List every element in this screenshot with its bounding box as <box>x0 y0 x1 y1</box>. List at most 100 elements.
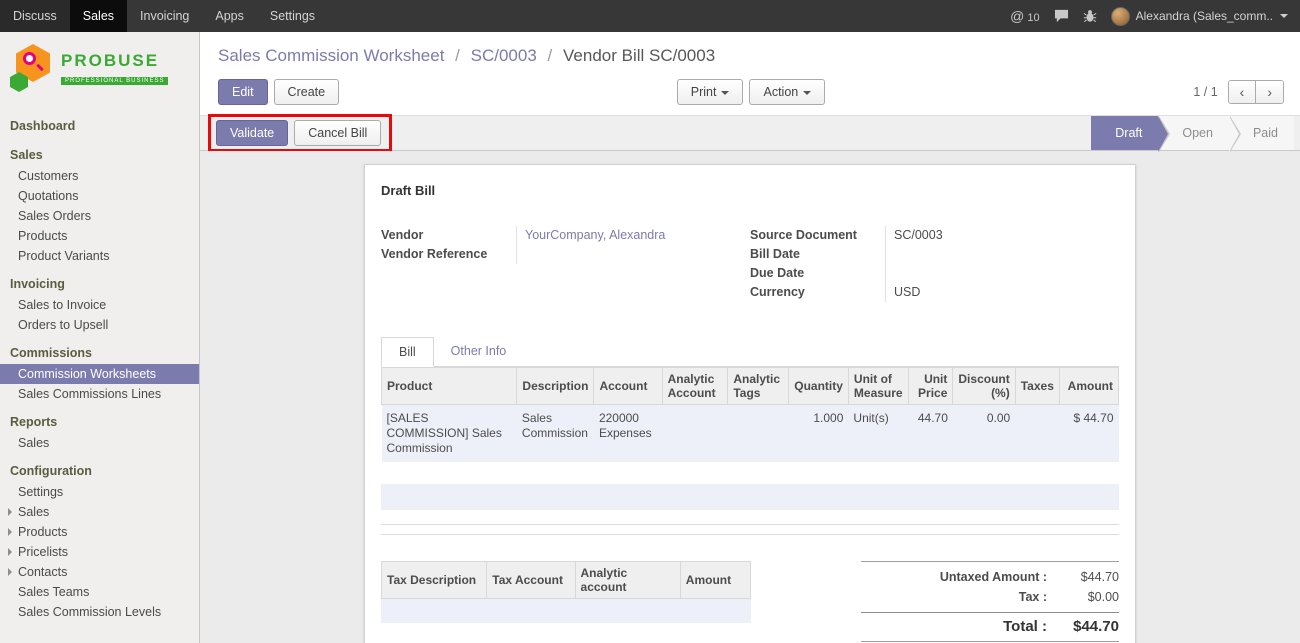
sidebar-item-sales-commission-levels[interactable]: Sales Commission Levels <box>0 602 199 622</box>
create-button[interactable]: Create <box>274 79 340 105</box>
sidebar-item-sales-commissions-lines[interactable]: Sales Commissions Lines <box>0 384 199 404</box>
sidebar-item-settings[interactable]: Settings <box>0 482 199 502</box>
sidebar-item-commission-worksheets[interactable]: Commission Worksheets <box>0 364 199 384</box>
content-area: Draft Bill Vendor YourCompany, Alexandra… <box>200 151 1300 643</box>
pager-next-button[interactable]: › <box>1255 81 1283 103</box>
sidebar-item-config-pricelists[interactable]: Pricelists <box>0 542 199 562</box>
pager-previous-button[interactable]: ‹ <box>1229 81 1256 103</box>
pager-value: 1 / 1 <box>1193 85 1217 99</box>
topmenu-invoicing[interactable]: Invoicing <box>127 0 202 32</box>
due-date-field: Due Date <box>750 264 1119 283</box>
sidebar-item-sales-to-invoice[interactable]: Sales to Invoice <box>0 295 199 315</box>
invoice-lines-header-row: Product Description Account Analytic Acc… <box>382 368 1119 405</box>
invoice-line-row[interactable]: [SALES COMMISSION] Sales Commission Sale… <box>382 405 1119 463</box>
action-dropdown[interactable]: Action <box>749 79 825 105</box>
sidebar-item-label: Products <box>18 525 67 539</box>
cell-description: Sales Commission <box>517 405 594 463</box>
tab-other-info[interactable]: Other Info <box>434 337 524 367</box>
topmenu-settings[interactable]: Settings <box>257 0 328 32</box>
logo-subtitle: PROFESSIONAL BUSINESS <box>61 77 168 85</box>
statusbar: Draft Open Paid <box>1091 116 1294 150</box>
col-product: Product <box>382 368 517 405</box>
topmenu-discuss[interactable]: Discuss <box>0 0 70 32</box>
user-menu[interactable]: Alexandra (Sales_comm.. <box>1111 7 1288 26</box>
sidebar-item-sales-orders[interactable]: Sales Orders <box>0 206 199 226</box>
col-account: Account <box>594 368 662 405</box>
sidebar-section-invoicing[interactable]: Invoicing <box>0 273 199 295</box>
bill-date-value <box>885 245 1119 264</box>
cell-amount: $ 44.70 <box>1059 405 1118 463</box>
probuse-logo[interactable]: PROBUSE PROFESSIONAL BUSINESS <box>0 32 199 108</box>
source-document-value: SC/0003 <box>885 226 1119 245</box>
breadcrumb-worksheets[interactable]: Sales Commission Worksheet <box>218 46 444 65</box>
sidebar-section-reports[interactable]: Reports <box>0 411 199 433</box>
vendor-reference-field: Vendor Reference <box>381 245 750 264</box>
validate-button[interactable]: Validate <box>216 120 288 146</box>
main-area: Sales Commission Worksheet / SC/0003 / V… <box>200 32 1300 643</box>
print-label: Print <box>691 85 717 99</box>
invoice-lines-table: Product Description Account Analytic Acc… <box>381 367 1119 462</box>
chevron-right-icon <box>8 508 12 516</box>
sidebar-item-reports-sales[interactable]: Sales <box>0 433 199 453</box>
due-date-value <box>885 264 1119 283</box>
top-menu: Discuss Sales Invoicing Apps Settings <box>0 0 328 32</box>
vendor-reference-value <box>516 245 750 264</box>
sidebar-item-product-variants[interactable]: Product Variants <box>0 246 199 266</box>
separator-line <box>381 524 1119 525</box>
col-analytic-tags: Analytic Tags <box>728 368 789 405</box>
sidebar-item-label: Contacts <box>18 565 67 579</box>
status-draft[interactable]: Draft <box>1091 116 1158 150</box>
sidebar-item-config-products[interactable]: Products <box>0 522 199 542</box>
col-discount: Discount (%) <box>953 368 1015 405</box>
col-tax-amount: Amount <box>680 562 750 599</box>
cell-analytic-tags <box>728 405 789 463</box>
col-tax-analytic-account: Analytic account <box>575 562 680 599</box>
total-label: Total : <box>861 617 1057 637</box>
due-date-label: Due Date <box>750 264 885 283</box>
tax-lines-table: Tax Description Tax Account Analytic acc… <box>381 561 751 599</box>
edit-button[interactable]: Edit <box>218 79 268 105</box>
sidebar-item-config-sales[interactable]: Sales <box>0 502 199 522</box>
topbar-right: @ 10 Alexandra (Sales_comm.. <box>1010 0 1300 32</box>
sidebar-section-sales[interactable]: Sales <box>0 144 199 166</box>
cancel-bill-button[interactable]: Cancel Bill <box>294 120 381 146</box>
breadcrumb-current: Vendor Bill SC/0003 <box>563 46 715 65</box>
mentions-button[interactable]: @ 10 <box>1010 8 1039 24</box>
separator-lines <box>381 524 1119 535</box>
sidebar-item-products[interactable]: Products <box>0 226 199 246</box>
topmenu-sales[interactable]: Sales <box>70 0 127 32</box>
sidebar-item-config-contacts[interactable]: Contacts <box>0 562 199 582</box>
vendor-label: Vendor <box>381 226 516 245</box>
col-unit-price: Unit Price <box>908 368 953 405</box>
sidebar-item-customers[interactable]: Customers <box>0 166 199 186</box>
sidebar-item-sales-teams[interactable]: Sales Teams <box>0 582 199 602</box>
cell-analytic-account <box>662 405 728 463</box>
chat-bubble-icon[interactable] <box>1054 9 1069 23</box>
source-document-field: Source Document SC/0003 <box>750 226 1119 245</box>
col-taxes: Taxes <box>1015 368 1059 405</box>
sidebar-section-configuration[interactable]: Configuration <box>0 460 199 482</box>
sidebar: PROBUSE PROFESSIONAL BUSINESS Dashboard … <box>0 32 200 643</box>
topmenu-apps[interactable]: Apps <box>202 0 257 32</box>
tax-row-gap <box>381 623 751 643</box>
sidebar-section-commissions[interactable]: Commissions <box>0 342 199 364</box>
tab-bill[interactable]: Bill <box>381 337 434 367</box>
sidebar-item-orders-to-upsell[interactable]: Orders to Upsell <box>0 315 199 335</box>
breadcrumb-record[interactable]: SC/0003 <box>471 46 537 65</box>
currency-field: Currency USD <box>750 283 1119 302</box>
vendor-value[interactable]: YourCompany, Alexandra <box>516 226 750 245</box>
sidebar-item-dashboard[interactable]: Dashboard <box>0 115 199 137</box>
top-navbar: Discuss Sales Invoicing Apps Settings @ … <box>0 0 1300 32</box>
tax-lines-section: Tax Description Tax Account Analytic acc… <box>381 561 751 643</box>
debug-bug-icon[interactable] <box>1083 9 1097 23</box>
pager: 1 / 1 ‹ › <box>825 80 1284 104</box>
cell-product: [SALES COMMISSION] Sales Commission <box>382 405 517 463</box>
untaxed-amount-label: Untaxed Amount : <box>861 567 1057 587</box>
control-panel: Sales Commission Worksheet / SC/0003 / V… <box>200 32 1300 115</box>
breadcrumb-separator: / <box>548 46 553 65</box>
logo-title: PROBUSE <box>61 51 168 71</box>
sidebar-item-quotations[interactable]: Quotations <box>0 186 199 206</box>
currency-label: Currency <box>750 283 885 302</box>
print-dropdown[interactable]: Print <box>677 79 744 105</box>
col-tax-account: Tax Account <box>487 562 575 599</box>
